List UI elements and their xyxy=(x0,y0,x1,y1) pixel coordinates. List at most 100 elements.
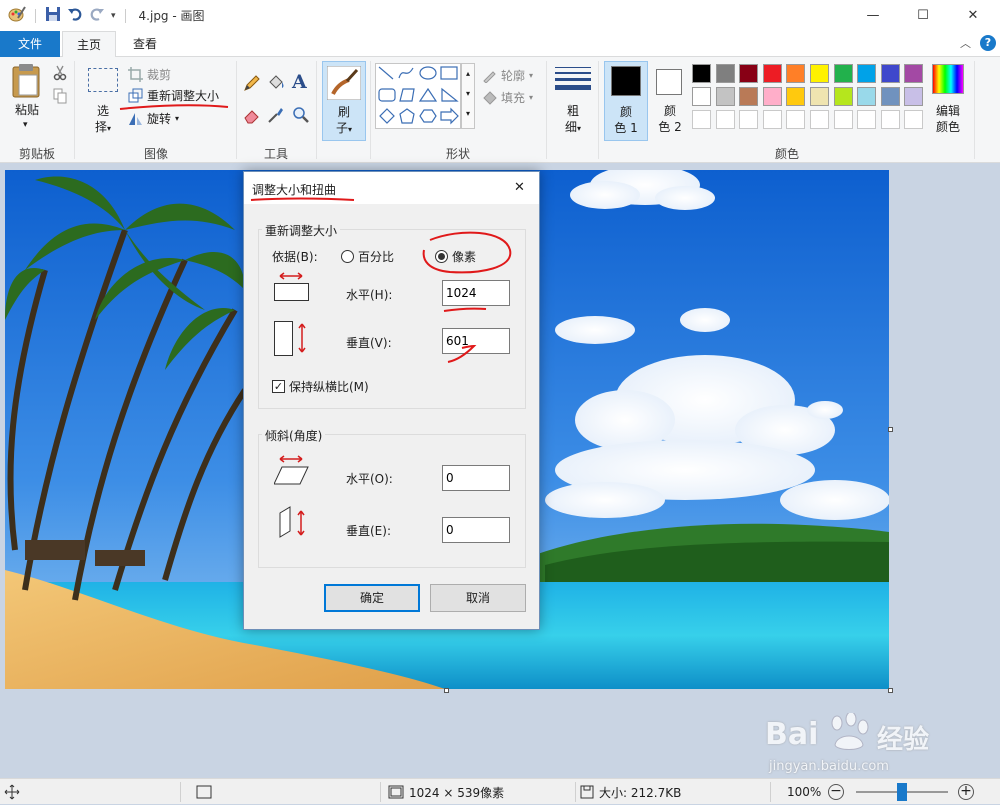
color-swatch[interactable] xyxy=(880,87,900,106)
color-swatch[interactable] xyxy=(692,64,711,83)
rotate-button[interactable]: 旋转 ▾ xyxy=(128,110,179,127)
eraser-icon[interactable] xyxy=(243,106,261,127)
tab-home[interactable]: 主页 xyxy=(62,31,116,58)
outline-button[interactable]: 轮廓 ▾ xyxy=(482,67,533,84)
color-swatch[interactable] xyxy=(880,110,900,129)
watermark-url: jingyan.baidu.com xyxy=(769,759,889,774)
outline-label: 轮廓 xyxy=(501,69,526,83)
percent-radio-circle xyxy=(341,250,354,263)
brushes-button[interactable]: 刷 子▾ xyxy=(322,61,366,141)
copy-icon[interactable] xyxy=(53,88,67,107)
keep-ratio-checkbox[interactable]: ✓ 保持纵横比(M) xyxy=(272,378,369,395)
shapes-scroll[interactable]: ▴ ▾ ▾ xyxy=(461,63,475,129)
edit-colors-label-1: 编辑 xyxy=(935,104,960,118)
color-swatch[interactable] xyxy=(904,110,924,129)
resize-handle-right[interactable] xyxy=(888,427,893,432)
color-swatch[interactable] xyxy=(904,87,924,106)
horizontal-input[interactable] xyxy=(442,280,510,306)
baidu-watermark: Bai 经验 jingyan.baidu.com xyxy=(765,713,965,774)
color-swatch[interactable] xyxy=(810,110,829,129)
color-swatch[interactable] xyxy=(810,87,829,106)
paste-dropdown-icon[interactable]: ▾ xyxy=(23,120,28,130)
color-swatch[interactable] xyxy=(715,64,735,83)
zoom-in-button[interactable]: + xyxy=(958,784,974,800)
paste-icon xyxy=(12,64,40,98)
tab-file[interactable]: 文件 xyxy=(0,31,60,57)
tab-view[interactable]: 查看 xyxy=(118,31,172,57)
collapse-ribbon-icon[interactable]: ︿ xyxy=(960,35,971,51)
help-icon[interactable]: ? xyxy=(980,35,996,51)
vertical-label: 垂直(V): xyxy=(346,336,392,350)
skew-horizontal-input[interactable] xyxy=(442,465,510,491)
color-swatch[interactable] xyxy=(904,64,924,83)
crop-button[interactable]: 裁剪 xyxy=(128,66,171,83)
color2-label-2: 色 2 xyxy=(658,120,682,134)
color-swatch[interactable] xyxy=(739,87,759,106)
color-swatch[interactable] xyxy=(739,64,759,83)
undo-icon[interactable] xyxy=(67,6,83,25)
outline-icon xyxy=(483,71,496,83)
color-swatch[interactable] xyxy=(762,110,782,129)
edit-colors-button[interactable]: 编辑 颜色 xyxy=(928,103,968,135)
color-swatch[interactable] xyxy=(762,64,782,83)
color-swatch[interactable] xyxy=(857,110,877,129)
color2-swatch xyxy=(656,69,682,95)
color-swatch[interactable] xyxy=(692,110,711,129)
skew-vertical-input[interactable] xyxy=(442,517,510,543)
zoom-out-button[interactable]: − xyxy=(828,784,844,800)
fill-icon xyxy=(483,91,497,105)
save-icon[interactable] xyxy=(45,6,61,25)
watermark-brand: Bai xyxy=(765,717,819,752)
paste-button[interactable] xyxy=(10,63,44,102)
close-button[interactable]: ✕ xyxy=(950,0,996,31)
ok-button[interactable]: 确定 xyxy=(324,584,420,612)
brush-icon xyxy=(327,66,361,100)
color-swatch[interactable] xyxy=(762,87,782,106)
text-tool-icon[interactable]: A xyxy=(292,71,307,93)
color-swatch[interactable] xyxy=(810,64,829,83)
color2-button[interactable]: 颜 色 2 xyxy=(650,61,690,141)
color-swatch[interactable] xyxy=(880,64,900,83)
paint-app-icon[interactable] xyxy=(8,5,26,26)
customize-toolbar-icon[interactable]: ▾ xyxy=(111,11,116,21)
size-label-2: 细 xyxy=(564,120,577,134)
redo-icon[interactable] xyxy=(89,6,105,25)
dialog-close-button[interactable]: ✕ xyxy=(514,180,525,195)
color-swatch[interactable] xyxy=(857,64,877,83)
size-button[interactable] xyxy=(555,66,591,97)
color-swatch[interactable] xyxy=(786,110,806,129)
resize-handle-bottom[interactable] xyxy=(444,688,449,693)
minimize-button[interactable]: — xyxy=(850,0,896,31)
color-swatch[interactable] xyxy=(715,110,735,129)
color-swatch[interactable] xyxy=(833,110,853,129)
color-swatch[interactable] xyxy=(833,87,853,106)
fill-button[interactable]: 填充 ▾ xyxy=(482,89,533,106)
cancel-button[interactable]: 取消 xyxy=(430,584,526,612)
color-swatch[interactable] xyxy=(786,64,806,83)
color-picker-icon[interactable] xyxy=(267,106,285,127)
percent-radio[interactable]: 百分比 xyxy=(341,248,394,265)
brushes-dropdown-icon: ▾ xyxy=(348,125,353,134)
zoom-slider-thumb[interactable] xyxy=(897,783,907,801)
color-swatch[interactable] xyxy=(739,110,759,129)
color-swatch[interactable] xyxy=(857,87,877,106)
fill-bucket-icon[interactable] xyxy=(267,74,285,95)
shapes-gallery[interactable] xyxy=(375,63,461,129)
image-dimensions-text: 1024 × 539像素 xyxy=(409,785,505,800)
color1-button[interactable]: 颜 色 1 xyxy=(604,61,648,141)
disk-icon xyxy=(580,785,594,799)
select-button[interactable]: 选 择▾ xyxy=(88,103,118,137)
color-swatch[interactable] xyxy=(833,64,853,83)
cursor-position-icon xyxy=(4,779,20,805)
maximize-button[interactable]: ☐ xyxy=(900,0,946,31)
color-swatch[interactable] xyxy=(786,87,806,106)
color-swatch[interactable] xyxy=(692,87,711,106)
magnifier-icon[interactable] xyxy=(292,106,310,127)
color-swatch[interactable] xyxy=(715,87,735,106)
edit-colors-icon[interactable] xyxy=(932,64,964,94)
pencil-icon[interactable] xyxy=(243,74,261,95)
select-icon[interactable] xyxy=(88,68,118,92)
resize-handle-corner[interactable] xyxy=(888,688,893,693)
horizontal-annotation-underline xyxy=(443,307,487,312)
cut-icon[interactable] xyxy=(53,65,67,84)
